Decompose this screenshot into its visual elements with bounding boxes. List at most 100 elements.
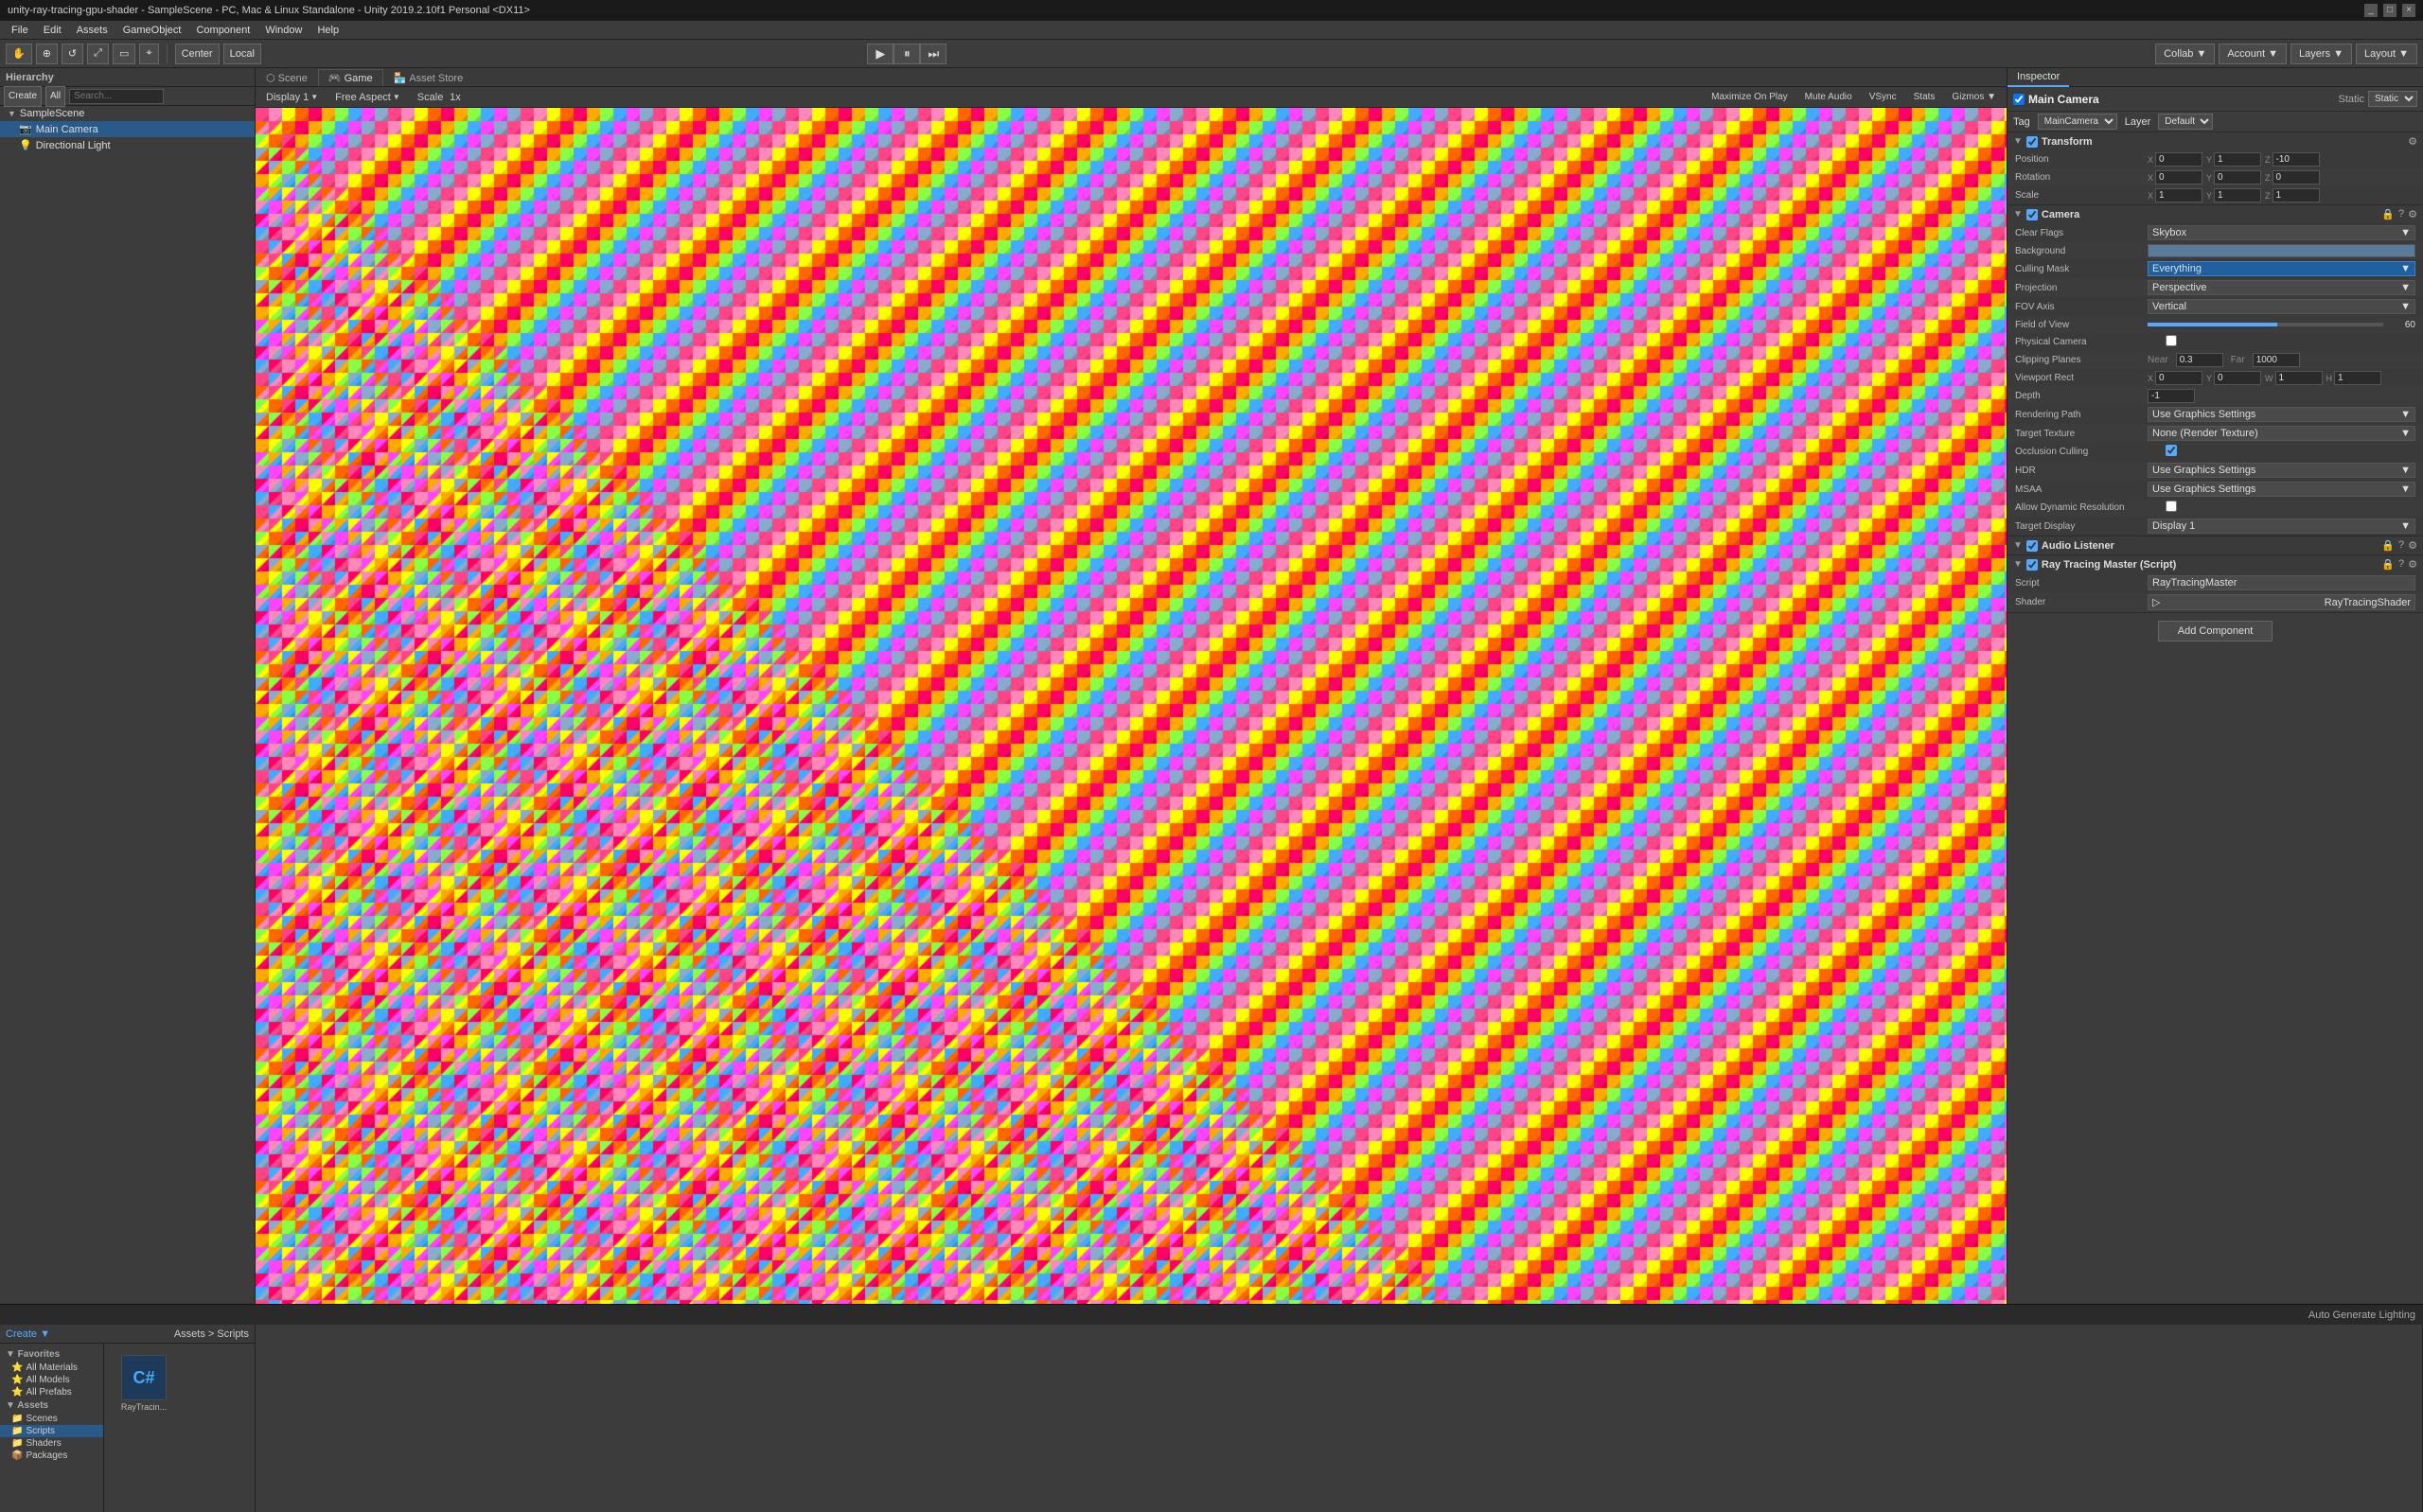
vp-x-input[interactable] xyxy=(2155,371,2202,385)
maximize-button[interactable]: □ xyxy=(2383,4,2396,17)
proj-all-models[interactable]: ⭐ All Models xyxy=(0,1374,103,1386)
component-transform-header[interactable]: ▼ Transform ⚙ xyxy=(2007,132,2423,150)
rotation-y-input[interactable] xyxy=(2214,170,2261,185)
rotation-x-input[interactable] xyxy=(2155,170,2202,185)
hierarchy-item-directionallight[interactable]: 💡 Directional Light xyxy=(0,137,255,153)
vp-h-input[interactable] xyxy=(2334,371,2381,385)
camera-enable[interactable] xyxy=(2026,209,2038,220)
depth-input[interactable] xyxy=(2148,389,2195,403)
hierarchy-search[interactable] xyxy=(69,89,164,104)
audio-lock-icon[interactable]: 🔒 xyxy=(2381,539,2395,552)
mute-audio-btn[interactable]: Mute Audio xyxy=(1798,90,1859,104)
menu-edit[interactable]: Edit xyxy=(36,23,69,38)
scale-control[interactable]: Scale 1x xyxy=(411,90,468,105)
proj-shaders[interactable]: 📁 Shaders xyxy=(0,1437,103,1450)
aspect-selector[interactable]: Free Aspect ▼ xyxy=(328,90,407,105)
msaa-dropdown[interactable]: Use Graphics Settings ▼ xyxy=(2148,482,2415,497)
layout-button[interactable]: Layout ▼ xyxy=(2356,44,2417,64)
vsync-btn[interactable]: VSync xyxy=(1863,90,1903,104)
targetdisplay-dropdown[interactable]: Display 1 ▼ xyxy=(2148,519,2415,534)
tab-game[interactable]: 🎮 Game xyxy=(318,69,383,86)
toolbar-rotate-tool[interactable]: ↺ xyxy=(62,44,83,64)
proj-scripts[interactable]: 📁 Scripts xyxy=(0,1425,103,1437)
proj-all-prefabs[interactable]: ⭐ All Prefabs xyxy=(0,1386,103,1398)
far-input[interactable] xyxy=(2253,353,2300,367)
dynamicres-checkbox[interactable] xyxy=(2148,501,2195,512)
renderpath-dropdown[interactable]: Use Graphics Settings ▼ xyxy=(2148,407,2415,422)
raytracing-lock-icon[interactable]: 🔒 xyxy=(2381,558,2395,571)
toolbar-pivot-center[interactable]: Center xyxy=(175,44,220,64)
transform-settings-icon[interactable]: ⚙ xyxy=(2408,135,2417,148)
transform-enable[interactable] xyxy=(2026,136,2038,148)
component-raytracing-header[interactable]: ▼ Ray Tracing Master (Script) 🔒 ? ⚙ xyxy=(2007,555,2423,573)
toolbar-transform-tool[interactable]: ⌖ xyxy=(139,44,158,64)
clearflags-dropdown[interactable]: Skybox ▼ xyxy=(2148,225,2415,240)
toolbar-move-tool[interactable]: ⊕ xyxy=(36,44,58,64)
hierarchy-create-btn[interactable]: Create xyxy=(4,86,42,107)
menu-assets[interactable]: Assets xyxy=(69,23,115,38)
menu-component[interactable]: Component xyxy=(188,23,257,38)
audio-settings-icon[interactable]: ⚙ xyxy=(2408,539,2417,552)
breadcrumb-create[interactable]: Create ▼ xyxy=(6,1328,50,1340)
hierarchy-all-btn[interactable]: All xyxy=(45,86,65,107)
targettexture-dropdown[interactable]: None (Render Texture) ▼ xyxy=(2148,426,2415,441)
fov-slider[interactable] xyxy=(2148,323,2383,326)
static-dropdown[interactable]: Static xyxy=(2368,91,2417,107)
tag-selector[interactable]: MainCamera xyxy=(2038,114,2117,130)
raytracing-enable[interactable] xyxy=(2026,559,2038,571)
tab-asset-store[interactable]: 🏪 Asset Store xyxy=(383,69,474,86)
proj-packages[interactable]: 📦 Packages xyxy=(0,1450,103,1462)
file-raytracingmaster[interactable]: C# RayTracin... xyxy=(115,1355,172,1412)
camera-lock-icon[interactable]: 🔒 xyxy=(2381,208,2395,220)
tab-inspector[interactable]: Inspector xyxy=(2007,68,2069,87)
shader-object[interactable]: ▷ RayTracingShader xyxy=(2148,594,2415,610)
vp-y-input[interactable] xyxy=(2214,371,2261,385)
hdr-dropdown[interactable]: Use Graphics Settings ▼ xyxy=(2148,463,2415,478)
toolbar-scale-tool[interactable]: ⤢ xyxy=(87,44,109,64)
vp-w-input[interactable] xyxy=(2275,371,2323,385)
position-y-input[interactable] xyxy=(2214,152,2261,167)
minimize-button[interactable]: _ xyxy=(2364,4,2378,17)
proj-all-materials[interactable]: ⭐ All Materials xyxy=(0,1362,103,1374)
near-input[interactable] xyxy=(2176,353,2223,367)
component-camera-header[interactable]: ▼ Camera 🔒 ? ⚙ xyxy=(2007,205,2423,223)
close-button[interactable]: × xyxy=(2402,4,2415,17)
background-color-swatch[interactable] xyxy=(2148,244,2415,257)
step-button[interactable]: ⏭ xyxy=(920,44,946,64)
position-x-input[interactable] xyxy=(2155,152,2202,167)
toolbar-hand-tool[interactable]: ✋ xyxy=(6,44,32,64)
menu-gameobject[interactable]: GameObject xyxy=(115,23,189,38)
toolbar-rect-tool[interactable]: ▭ xyxy=(113,44,135,64)
menu-help[interactable]: Help xyxy=(310,23,346,38)
titlebar-controls[interactable]: _ □ × xyxy=(2364,4,2415,17)
collab-button[interactable]: Collab ▼ xyxy=(2155,44,2215,64)
play-button[interactable]: ▶ xyxy=(867,44,893,64)
audio-enable[interactable] xyxy=(2026,540,2038,552)
camera-settings-icon[interactable]: ⚙ xyxy=(2408,208,2417,220)
script-object[interactable]: RayTracingMaster xyxy=(2148,575,2415,590)
hierarchy-item-maincamera[interactable]: 📷 Main Camera xyxy=(0,121,255,137)
position-z-input[interactable] xyxy=(2273,152,2320,167)
tab-scene[interactable]: ⬡ Scene xyxy=(256,69,318,86)
projection-dropdown[interactable]: Perspective ▼ xyxy=(2148,280,2415,295)
menu-window[interactable]: Window xyxy=(257,23,310,38)
display-selector[interactable]: Display 1 ▼ xyxy=(259,90,325,105)
cullingmask-dropdown[interactable]: Everything ▼ xyxy=(2148,261,2415,276)
physical-checkbox[interactable] xyxy=(2148,335,2195,346)
raytracing-help-icon[interactable]: ? xyxy=(2398,558,2404,571)
component-audiolistener-header[interactable]: ▼ Audio Listener 🔒 ? ⚙ xyxy=(2007,536,2423,554)
hierarchy-item-samplescene[interactable]: ▼ SampleScene xyxy=(0,106,255,121)
scale-x-input[interactable] xyxy=(2155,188,2202,202)
object-enable-checkbox[interactable] xyxy=(2013,94,2025,105)
proj-scenes[interactable]: 📁 Scenes xyxy=(0,1413,103,1425)
menu-file[interactable]: File xyxy=(4,23,36,38)
fovaxis-dropdown[interactable]: Vertical ▼ xyxy=(2148,299,2415,314)
pause-button[interactable]: ⏸ xyxy=(893,44,920,64)
layer-selector[interactable]: Default xyxy=(2158,114,2213,130)
scale-z-input[interactable] xyxy=(2273,188,2320,202)
stats-btn[interactable]: Stats xyxy=(1907,90,1942,104)
audio-help-icon[interactable]: ? xyxy=(2398,539,2404,552)
maximize-on-play-btn[interactable]: Maximize On Play xyxy=(1705,90,1795,104)
raytracing-settings-icon[interactable]: ⚙ xyxy=(2408,558,2417,571)
gizmos-btn[interactable]: Gizmos ▼ xyxy=(1945,90,2003,104)
